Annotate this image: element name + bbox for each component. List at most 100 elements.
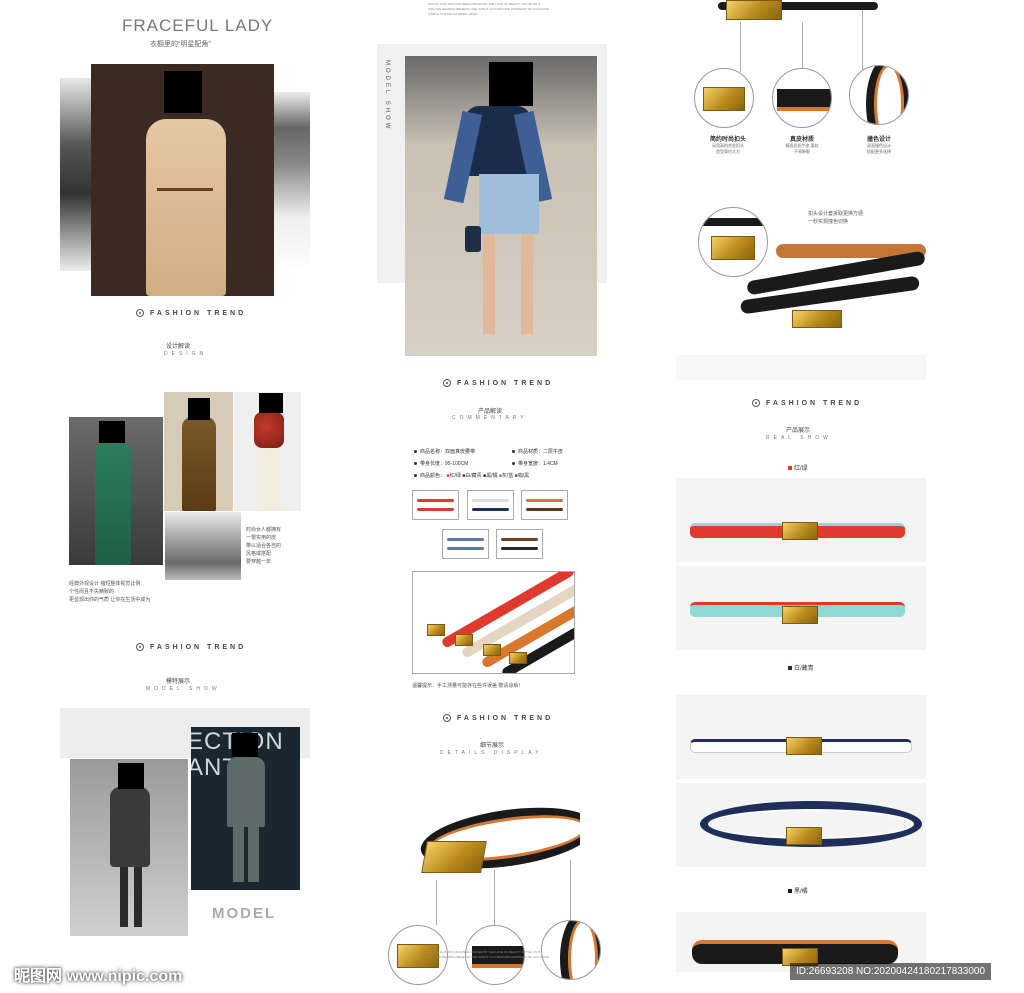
feature-desc: 造型简约大方 <box>716 149 740 154</box>
feature-desc: 搭配更多选择 <box>867 149 891 154</box>
design-text: 时尚女人都拥有 一根实用的皮 带以适合各自的 风格或搭配 要穿越一年 <box>246 526 281 566</box>
fashion-trend-text: FASHION TREND <box>150 309 247 317</box>
design-text-bottom: 经典外观设计 缩短整体视觉比例 个性而且不失精致的 更显现出你的气质 让你在生活… <box>69 580 150 604</box>
detail-belt <box>410 795 580 885</box>
feature-title: 撞色设计 <box>866 137 891 143</box>
real-photo-1 <box>676 478 926 562</box>
buckle-section-bg <box>676 355 926 380</box>
feature-title: 真皮材质 <box>789 137 814 143</box>
buckle-belt-photo <box>736 236 926 336</box>
design-photo-brown-outfit <box>164 392 233 511</box>
color-label-text: 白/藏青 <box>794 666 814 672</box>
design-photo-mountains <box>165 512 241 580</box>
color-name: 黑/橘 <box>486 473 498 479</box>
design-text-line: 一根实用的皮 <box>246 535 277 541</box>
real-show-title-cn: 产品展示 <box>786 428 811 434</box>
watermark-site: 昵图网 www.nipic.com <box>14 968 183 985</box>
swatch-red-green[interactable] <box>412 490 459 520</box>
feature-line <box>740 22 741 72</box>
model-show-title-en: MODEL SHOW <box>146 686 221 692</box>
circle-dot-icon <box>136 643 144 651</box>
fashion-trend-text: FASHION TREND <box>457 714 554 722</box>
circle-dot-icon <box>443 714 451 722</box>
details-title-en: DETAILS DISPLAY <box>440 750 543 756</box>
detail-line <box>494 870 495 925</box>
commentary-title-en: COMMENTARY <box>452 415 528 421</box>
design-photo-green-dress <box>69 417 163 565</box>
swatch-grey-blue[interactable] <box>442 529 489 559</box>
brand-subtitle: 衣橱里的“明星配角” <box>150 41 211 48</box>
fashion-trend-heading: FASHION TREND <box>443 379 553 387</box>
spec-colors: 商品颜色： ■红/绿 ■白/藏青 ■黑/橘 ■灰/蓝 ■咖/黑 <box>414 472 529 479</box>
runway-photo <box>405 56 597 356</box>
model-photo-grey-suit: ECTION ANTH <box>191 727 300 890</box>
color-label-text: 红/绿 <box>794 466 808 472</box>
real-show-title-en: REAL SHOW <box>766 435 832 441</box>
spec-text: 商品材质：二层牛皮 <box>518 449 564 455</box>
circle-dot-icon <box>752 399 760 407</box>
top-belt <box>718 0 878 22</box>
buckle-note-line: 扣头设计套拆取更换方便 <box>808 211 864 217</box>
spec-text: 商品颜色： <box>420 473 446 479</box>
feature-line <box>862 10 863 70</box>
model-photo-plaid <box>70 759 188 936</box>
spec-length: 带身长度：95-100CM <box>414 460 468 467</box>
fashion-trend-heading: FASHION TREND <box>443 714 553 722</box>
fashion-trend-text: FASHION TREND <box>150 643 247 651</box>
feature-circle-buckle <box>694 68 754 128</box>
real-photo-4 <box>676 783 926 867</box>
design-text-line: 带以适合各自的 <box>246 543 282 549</box>
commentary-title-cn: 产品解读 <box>478 409 503 415</box>
fashion-trend-heading: FASHION TREND <box>136 643 246 651</box>
color-name: 红/绿 <box>449 473 461 479</box>
fashion-trend-heading: FASHION TREND <box>752 399 862 407</box>
design-title-cn: 设计解读 <box>166 344 191 350</box>
spec-text: 带身宽度：1.4CM <box>518 461 558 467</box>
note-line: AND THE REARING BENEATH THE SUNLIT CLOUD… <box>428 955 549 959</box>
feature-1: 简约时尚扣头 采用高档合金扣头 造型简约大方 <box>700 134 756 155</box>
design-text-line: 风格或搭配 <box>246 551 272 557</box>
watermark-id: ID:26693208 NO:20200424180217833000 <box>790 963 992 980</box>
circle-dot-icon <box>443 379 451 387</box>
buckle-note-line: 一秒实现撞色切换 <box>808 219 849 225</box>
design-text-line: 要穿越一年 <box>246 559 272 565</box>
color-label-text: 黑/橘 <box>794 889 808 895</box>
real-photo-3 <box>676 695 926 779</box>
note-line: SIMPLE IS ALMACAT METAL LEVEL <box>428 12 478 16</box>
hero-mountains-left <box>60 78 92 271</box>
feature-line <box>802 22 803 72</box>
fashion-trend-heading: FASHION TREND <box>136 309 246 317</box>
measure-tip: 温馨提示：手工测量可能存在些许误差 敬请谅解！ <box>412 683 524 689</box>
design-text-line: 经典外观设计 缩短整体视觉比例 <box>69 581 141 587</box>
swatch-black-orange[interactable] <box>521 490 568 520</box>
swatch-brown-black[interactable] <box>496 529 543 559</box>
feature-circle-color <box>849 65 909 125</box>
spec-material: 商品材质：二层牛皮 <box>512 448 563 455</box>
detail-line <box>570 860 571 925</box>
fashion-trend-text: FASHION TREND <box>457 379 554 387</box>
spec-text: 带身长度：95-100CM <box>420 461 469 467</box>
hero-model-photo <box>91 64 274 296</box>
bottom-note: HAN'CA FLAT SKIN AND BEEN PRICED BY THE … <box>428 950 549 960</box>
top-note: HAN'CA FLAT SKIN AND BEEN PRICED BY THE … <box>428 2 549 17</box>
design-title-en: DESIGN <box>164 351 208 357</box>
belts-photo <box>412 571 575 674</box>
buckle-note: 扣头设计套拆取更换方便 一秒实现撞色切换 <box>808 210 863 226</box>
feature-3: 撞色设计 双面撞色设计 搭配更多选择 <box>851 134 907 155</box>
spec-name: 商品名称：双面真皮腰带 <box>414 448 475 455</box>
feature-title: 简约时尚扣头 <box>709 137 746 143</box>
real-photo-2 <box>676 566 926 650</box>
detail-circle-edge <box>541 920 601 980</box>
feature-2: 真皮材质 精选优质牛皮 柔软 不易断裂 <box>774 134 830 155</box>
color-name: 灰/蓝 <box>501 473 514 479</box>
design-text-line: 更显现出你的气质 让你在生活中成为 <box>69 597 151 603</box>
model-show-title-cn: 模特展示 <box>166 679 191 685</box>
model-word: MODEL <box>212 905 277 922</box>
fashion-trend-text: FASHION TREND <box>766 399 863 407</box>
circle-dot-icon <box>136 309 144 317</box>
vertical-model-show: MODEL SHOW <box>384 60 390 132</box>
color-name: 白/藏青 <box>465 473 482 479</box>
design-photo-floral-top <box>234 392 301 511</box>
swatch-white-navy[interactable] <box>467 490 514 520</box>
color-label-black-orange: 黑/橘 <box>788 886 810 895</box>
